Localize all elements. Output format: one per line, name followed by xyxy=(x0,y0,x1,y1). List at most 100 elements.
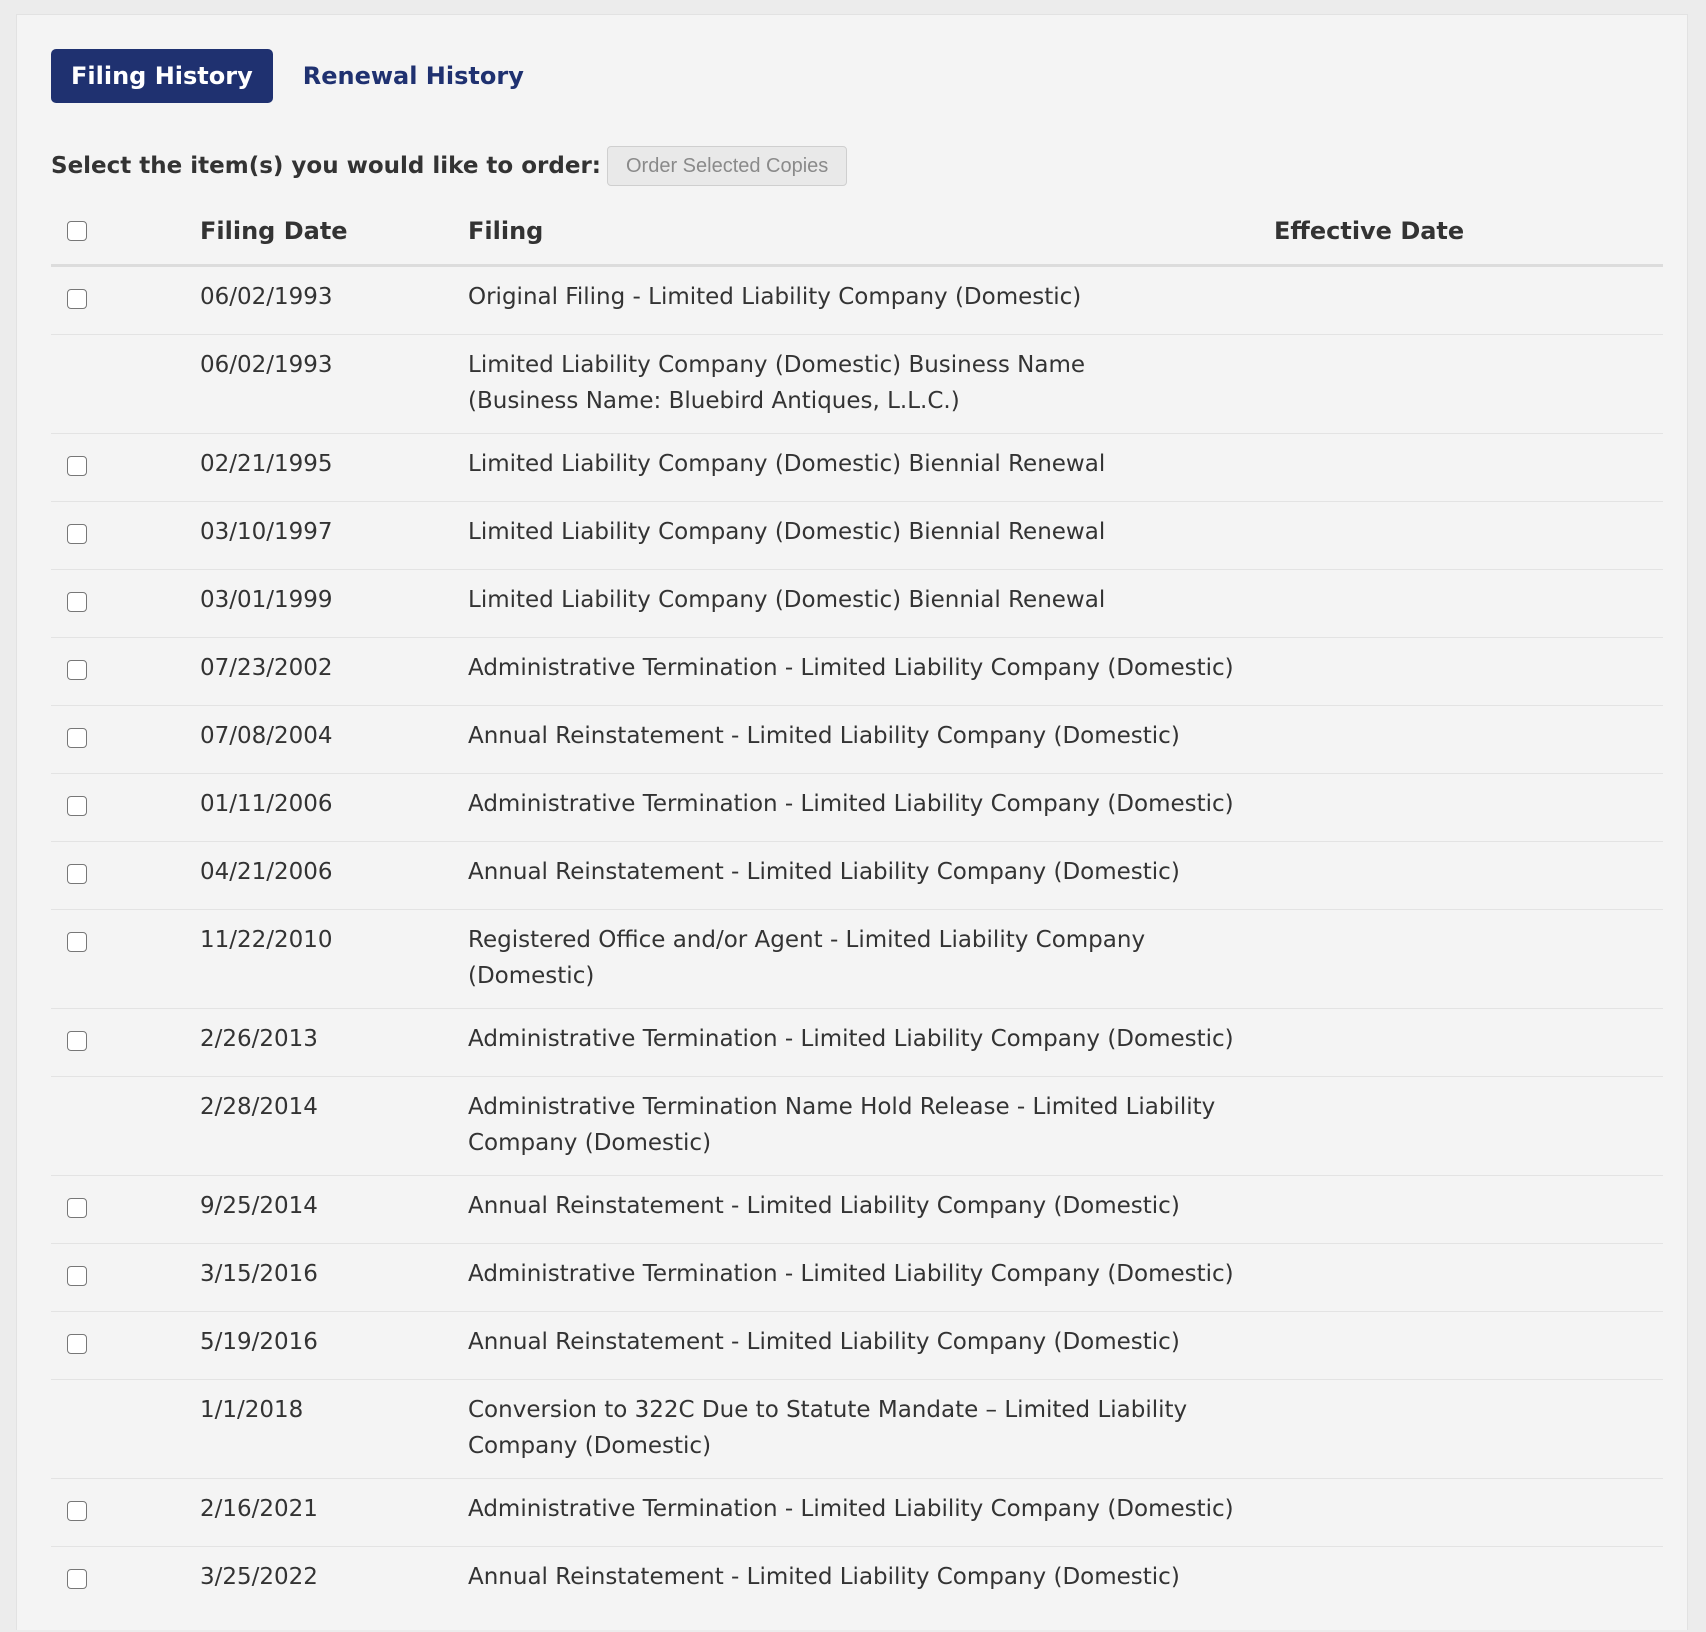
filing-date-cell: 9/25/2014 xyxy=(200,1175,468,1244)
effective-date-cell xyxy=(1274,1546,1663,1614)
filing-date-cell: 3/15/2016 xyxy=(200,1243,468,1312)
table-row: 2/28/2014 Administrative Termination Name… xyxy=(51,1076,1663,1176)
order-prompt: Select the item(s) you would like to ord… xyxy=(51,153,601,179)
filing-text: Limited Liability Company (Domestic) Bie… xyxy=(468,586,1106,613)
table-body: 06/02/1993 Original Filing - Limited Liab… xyxy=(51,265,1663,1614)
row-select-cell xyxy=(51,773,200,842)
effective-date-cell xyxy=(1274,569,1663,638)
filing-date-cell: 07/08/2004 xyxy=(200,705,468,774)
row-select-cell xyxy=(51,1546,200,1614)
row-checkbox[interactable] xyxy=(67,1197,87,1218)
filing-date-cell: 2/16/2021 xyxy=(200,1478,468,1547)
effective-date-cell xyxy=(1274,334,1663,434)
filing-text: Limited Liability Company (Domestic) Bie… xyxy=(468,450,1106,477)
filing-text: Administrative Termination - Limited Lia… xyxy=(468,1495,1234,1522)
row-checkbox[interactable] xyxy=(67,659,87,680)
filing-date-cell: 3/25/2022 xyxy=(200,1563,318,1590)
row-select-cell xyxy=(51,841,200,910)
row-checkbox[interactable] xyxy=(67,288,87,309)
filing-text: Annual Reinstatement - Limited Liability… xyxy=(468,858,1180,885)
filing-text: Administrative Termination - Limited Lia… xyxy=(468,654,1234,681)
filing-cell: Administrative Termination - Limited Lia… xyxy=(468,1243,1274,1312)
filing-date-cell: 04/21/2006 xyxy=(200,841,468,910)
filing-text: Annual Reinstatement - Limited Liability… xyxy=(468,722,1180,749)
row-checkbox[interactable] xyxy=(67,931,87,952)
table-row: 07/23/2002 Administrative Termination - L… xyxy=(51,637,1663,706)
effective-date-cell xyxy=(1274,773,1663,842)
row-checkbox[interactable] xyxy=(67,591,87,612)
filing-cell: Limited Liability Company (Domestic) Bie… xyxy=(468,569,1274,638)
row-checkbox[interactable] xyxy=(67,1333,87,1354)
table-header-row: Filing Date Filing Effective Date xyxy=(51,199,1663,267)
row-select-cell xyxy=(51,433,200,502)
filing-cell: Annual Reinstatement - Limited Liability… xyxy=(468,1546,1274,1614)
table-row: 3/15/2016 Administrative Termination - Li… xyxy=(51,1243,1663,1312)
filing-cell: Administrative Termination Name Hold Rel… xyxy=(468,1076,1274,1176)
header-filing-date: Filing Date xyxy=(200,199,468,267)
effective-date-cell xyxy=(1274,433,1663,502)
table-row: 04/21/2006 Annual Reinstatement - Limited… xyxy=(51,841,1663,910)
filing-history-panel: Filing History Renewal History Select th… xyxy=(16,14,1688,1630)
filing-date-cell: 03/01/1999 xyxy=(200,569,468,638)
row-checkbox[interactable] xyxy=(67,727,87,748)
effective-date-cell xyxy=(1274,1008,1663,1077)
row-checkbox[interactable] xyxy=(67,1500,87,1521)
filing-text: Administrative Termination - Limited Lia… xyxy=(468,1025,1234,1052)
filing-cell: Limited Liability Company (Domestic) Bie… xyxy=(468,433,1274,502)
table-row: 9/25/2014 Annual Reinstatement - Limited … xyxy=(51,1175,1663,1244)
select-all-checkbox[interactable] xyxy=(67,221,87,242)
table-row: 07/08/2004 Annual Reinstatement - Limited… xyxy=(51,705,1663,774)
filing-date-cell: 07/23/2002 xyxy=(200,637,468,706)
row-select-cell xyxy=(51,501,200,570)
effective-date-cell xyxy=(1274,1379,1663,1479)
row-select-cell xyxy=(51,909,200,1009)
filing-date-cell: 02/21/1995 xyxy=(200,433,468,502)
row-select-cell xyxy=(51,1243,200,1312)
table-row: 03/01/1999 Limited Liability Company (Dom… xyxy=(51,569,1663,638)
row-select-cell xyxy=(51,569,200,638)
filing-cell: Administrative Termination - Limited Lia… xyxy=(468,1008,1274,1077)
effective-date-cell xyxy=(1274,501,1663,570)
effective-date-cell xyxy=(1274,1478,1663,1547)
filing-cell: Annual Reinstatement - Limited Liability… xyxy=(468,705,1274,774)
filing-date-cell: 5/19/2016 xyxy=(200,1311,468,1380)
row-checkbox[interactable] xyxy=(67,1030,87,1051)
tab-renewal-history[interactable]: Renewal History xyxy=(273,49,544,103)
filing-text-line2: Company (Domestic) xyxy=(468,1129,712,1156)
filing-text: Limited Liability Company (Domestic) Bie… xyxy=(468,518,1106,545)
row-select-cell xyxy=(51,1311,200,1380)
row-checkbox[interactable] xyxy=(67,863,87,884)
row-select-cell xyxy=(51,705,200,774)
filing-text-line2: Company (Domestic) xyxy=(468,1432,712,1459)
row-checkbox[interactable] xyxy=(67,523,87,544)
row-checkbox[interactable] xyxy=(67,795,87,816)
filing-text: Conversion to 322C Due to Statute Mandat… xyxy=(468,1396,1188,1423)
table-row: 02/21/1995 Limited Liability Company (Dom… xyxy=(51,433,1663,502)
effective-date-cell xyxy=(1274,1243,1663,1312)
row-select-cell xyxy=(51,334,200,434)
table-row: 1/1/2018 Conversion to 322C Due to Statut… xyxy=(51,1379,1663,1479)
tab-filing-history[interactable]: Filing History xyxy=(51,49,273,103)
effective-date-cell xyxy=(1274,1175,1663,1244)
filing-text: Annual Reinstatement - Limited Liability… xyxy=(468,1328,1180,1355)
row-select-cell xyxy=(51,1478,200,1547)
table-row: 01/11/2006 Administrative Termination - L… xyxy=(51,773,1663,842)
order-selected-copies-button[interactable]: Order Selected Copies xyxy=(606,146,848,186)
row-checkbox[interactable] xyxy=(67,1265,87,1286)
filing-cell: Annual Reinstatement - Limited Liability… xyxy=(468,841,1274,910)
filing-text: Registered Office and/or Agent - Limited… xyxy=(468,926,1146,989)
select-all-header xyxy=(51,199,200,267)
row-select-cell xyxy=(51,1076,200,1176)
table-row: 2/26/2013 Administrative Termination - Li… xyxy=(51,1008,1663,1077)
table-row: 03/10/1997 Limited Liability Company (Dom… xyxy=(51,501,1663,570)
table-row: 06/02/1993 Limited Liability Company (Dom… xyxy=(51,334,1663,434)
row-select-cell xyxy=(51,265,200,335)
row-checkbox[interactable] xyxy=(67,455,87,476)
filing-cell: Administrative Termination - Limited Lia… xyxy=(468,773,1274,842)
filing-text: Administrative Termination Name Hold Rel… xyxy=(468,1093,1216,1120)
effective-date-cell xyxy=(1274,1076,1663,1176)
table-row: 3/25/2022 Annual Reinstatement - Limited … xyxy=(51,1546,1663,1614)
row-checkbox[interactable] xyxy=(67,1568,87,1589)
filing-text-line2: (Business Name: Bluebird Antiques, L.L.C… xyxy=(468,387,960,414)
filing-text: Annual Reinstatement - Limited Liability… xyxy=(468,1563,1180,1590)
